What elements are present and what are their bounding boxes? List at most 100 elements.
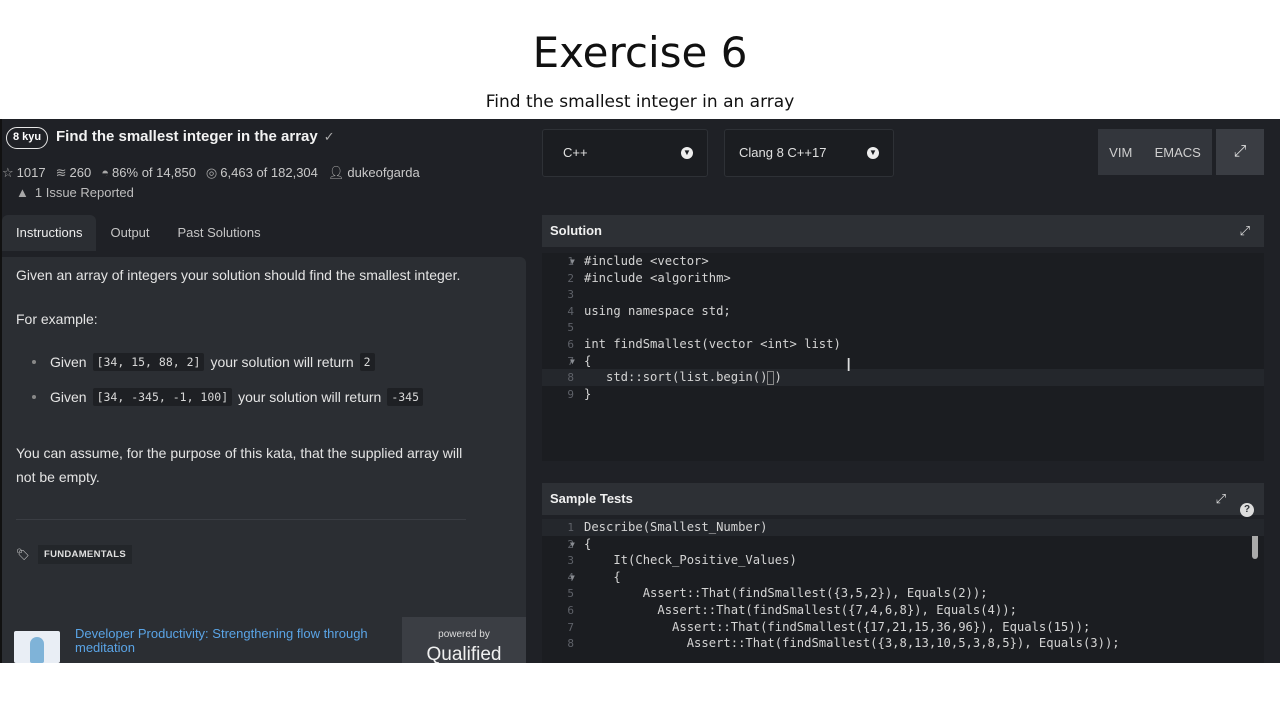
code-text: { <box>584 569 621 584</box>
collections-stat[interactable]: ≋ 260 <box>56 165 92 181</box>
code-text: } <box>584 386 592 401</box>
line-number: 3 <box>567 288 574 302</box>
code-line[interactable]: 8 std::sort(list.begin()) <box>542 369 1264 387</box>
expand-icon[interactable]: ⤢ <box>1240 215 1250 247</box>
completed-stat: ◎ 6,463 of 182,304 <box>206 165 318 181</box>
example-heading: For example: <box>16 311 98 327</box>
editor-mode-group: VIM EMACS <box>1098 129 1212 175</box>
code-line[interactable]: 4 using namespace std; <box>542 303 1264 320</box>
code-line[interactable]: 6 int findSmallest(vector <int> list) <box>542 336 1264 353</box>
tab-instructions[interactable]: Instructions <box>2 215 97 251</box>
powered-by[interactable]: powered by Qualified <box>402 617 526 663</box>
code-line[interactable]: 5 <box>542 319 1264 336</box>
promo-banner[interactable]: Developer Productivity: Strengthening fl… <box>2 617 402 663</box>
solution-header: Solution ⤢ <box>542 215 1264 247</box>
tab-output[interactable]: Output <box>96 215 163 251</box>
expand-icon: ⤢ <box>1233 143 1247 160</box>
author-name: dukeofgarda <box>347 165 420 180</box>
meditation-image <box>14 631 60 663</box>
issues-text: 1 Issue Reported <box>34 185 134 200</box>
line-number: 4 <box>567 304 574 318</box>
code-line[interactable]: 8 Assert::That(findSmallest({3,8,13,10,5… <box>542 635 1264 652</box>
fold-arrow-icon[interactable]: ▼ <box>570 353 575 370</box>
bullet-dot <box>32 395 36 399</box>
fold-arrow-icon[interactable]: ▼ <box>570 253 575 270</box>
line-number: 5 <box>567 321 574 335</box>
star-icon: ☆ <box>2 165 14 180</box>
stars-count: 1017 <box>16 165 46 180</box>
line-number: 7 <box>567 620 574 634</box>
completed-value: 6,463 <box>220 165 253 180</box>
example-item: Given [34, 15, 88, 2] your solution will… <box>32 353 375 371</box>
tests-editor[interactable]: 1 Describe(Smallest_Number) 2 ▼{3 It(Check_… <box>542 519 1264 663</box>
emacs-mode-button[interactable]: EMACS <box>1155 145 1201 160</box>
line-number: 6 <box>567 338 574 351</box>
code-line[interactable]: 7 Assert::That(findSmallest({17,21,15,36… <box>542 619 1264 636</box>
code-line[interactable]: 2 #include <algorithm> <box>542 270 1264 287</box>
code-text: { <box>584 353 592 368</box>
kata-stats: ☆ 1017 ≋ 260 ◓ 86% of 14,850 ◎ 6,463 of 182,… <box>2 165 420 181</box>
code-text: std::sort(list.begin()) <box>584 370 782 385</box>
code-line[interactable]: 7 ▼{ <box>542 353 1264 370</box>
rank-badge: 8 kyu <box>6 127 49 149</box>
kata-title-text: Find the smallest integer in the array <box>56 128 318 145</box>
code-line[interactable]: 2 ▼{ <box>542 536 1264 553</box>
example-given: Given <box>50 389 87 405</box>
line-number: 9 <box>567 387 574 401</box>
check-icon: ✓ <box>323 129 335 144</box>
example-input: [34, -345, -1, 100] <box>92 388 233 406</box>
code-line[interactable]: 3 <box>542 286 1264 303</box>
code-line[interactable]: 1 ▼ #include <vector> <box>542 253 1264 270</box>
code-text: { <box>584 536 592 551</box>
tests-header: Sample Tests ⤢ ? <box>542 483 1264 517</box>
text-cursor <box>767 370 775 385</box>
fullscreen-button[interactable]: ⤢ <box>1216 129 1264 175</box>
expand-icon[interactable]: ⤢ <box>1216 483 1226 515</box>
language-select[interactable]: C++ ▼ <box>542 129 708 177</box>
completed-total: of 182,304 <box>256 165 318 180</box>
bullet-dot <box>32 360 36 364</box>
code-line[interactable]: 9} <box>542 386 1264 403</box>
line-number: 3 <box>567 554 574 568</box>
example-result: -345 <box>387 388 424 406</box>
line-number: 5 <box>567 587 574 601</box>
example-given: Given <box>50 354 87 370</box>
code-text: #include <vector> <box>584 254 709 268</box>
code-text: Assert::That(findSmallest({3,8,13,10,5,3… <box>584 636 1120 651</box>
line-number: 6 <box>567 604 574 617</box>
promo-title[interactable]: Developer Productivity: Strengthening fl… <box>75 627 395 655</box>
vim-mode-button[interactable]: VIM <box>1109 145 1132 160</box>
code-line[interactable]: 3 It(Check_Positive_Values) <box>542 552 1264 569</box>
kata-title[interactable]: Find the smallest integer in the array ✓ <box>56 128 335 145</box>
example-result: 2 <box>359 353 375 371</box>
example-item: Given [34, -345, -1, 100] your solution … <box>32 388 424 406</box>
fold-arrow-icon[interactable]: ▼ <box>570 569 575 586</box>
chevron-down-icon: ▼ <box>867 147 879 159</box>
tags: 🏷︎ FUNDAMENTALS <box>16 545 133 564</box>
solution-editor[interactable]: 1 ▼ #include <vector> 2 #include <algorithm>… <box>542 253 1264 461</box>
powered-by-label: powered by <box>438 629 490 640</box>
author-stat[interactable]: 👤︎ dukeofgarda <box>328 165 420 181</box>
code-line[interactable]: 1 Describe(Smallest_Number) <box>542 519 1264 536</box>
collections-count: 260 <box>69 165 92 180</box>
code-line[interactable]: 4 ▼ { <box>542 569 1264 586</box>
text-cursor-icon: I <box>846 355 852 376</box>
tag-fundamentals[interactable]: FUNDAMENTALS <box>37 545 133 564</box>
solution-title: Solution <box>550 223 602 238</box>
code-text: #include <algorithm> <box>584 270 731 285</box>
tab-past-solutions[interactable]: Past Solutions <box>164 215 275 251</box>
stars-stat[interactable]: ☆ 1017 <box>2 165 46 181</box>
code-line[interactable]: 6 Assert::That(findSmallest({7,4,6,8}), … <box>542 602 1264 619</box>
code-text: Assert::That(findSmallest({3,5,2}), Equa… <box>584 586 988 601</box>
user-icon: 👤︎ <box>327 165 345 180</box>
assumption-text-1: You can assume, for the purpose of this … <box>16 445 463 461</box>
target-icon: ◎ <box>205 165 218 180</box>
qualified-logo: Qualified <box>426 644 502 663</box>
version-select[interactable]: Clang 8 C++17 ▼ <box>724 129 894 177</box>
codewars-app: 8 kyu Find the smallest integer in the a… <box>0 119 1280 663</box>
issues-link[interactable]: ▲ 1 Issue Reported <box>16 185 134 200</box>
kata-panel: 8 kyu Find the smallest integer in the a… <box>2 119 526 663</box>
code-line[interactable]: 5 Assert::That(findSmallest({3,5,2}), Eq… <box>542 585 1264 602</box>
satisfaction-stat: ◓ 86% of 14,850 <box>101 165 196 181</box>
fold-arrow-icon[interactable]: ▼ <box>570 536 575 553</box>
